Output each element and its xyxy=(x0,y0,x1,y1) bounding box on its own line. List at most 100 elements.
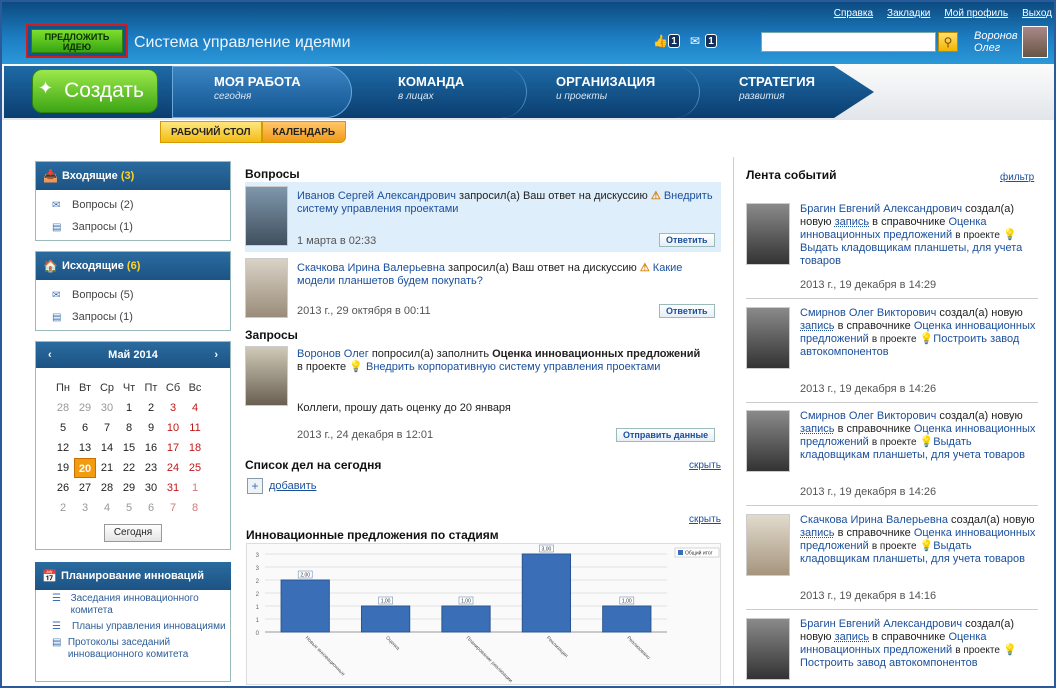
bar[interactable] xyxy=(521,553,572,633)
calendar-day[interactable]: 31 xyxy=(162,478,184,498)
search-button[interactable]: ⚲ xyxy=(938,32,958,52)
chevron-left-icon[interactable]: ‹ xyxy=(48,349,52,361)
author-link[interactable]: Брагин Евгений Александрович xyxy=(800,203,962,215)
reference-link[interactable]: Оценка инновационных предложений xyxy=(800,423,1035,448)
calendar-day[interactable]: 25 xyxy=(184,458,206,478)
calendar-day[interactable]: 12 xyxy=(52,438,74,458)
calendar-day[interactable]: 30 xyxy=(140,478,162,498)
calendar-day[interactable]: 6 xyxy=(140,498,162,518)
todo-add[interactable]: + добавить xyxy=(247,478,316,494)
today-button[interactable]: Сегодня xyxy=(104,524,162,542)
author-photo[interactable] xyxy=(245,258,288,318)
nav-my-work[interactable]: МОЯ РАБОТА сегодня xyxy=(214,74,301,102)
user-avatar[interactable] xyxy=(1022,26,1048,58)
calendar-day[interactable]: 4 xyxy=(96,498,118,518)
calendar-day[interactable]: 13 xyxy=(74,438,96,458)
author-link[interactable]: Смирнов Олег Викторович xyxy=(800,307,936,319)
propose-idea-button[interactable]: ПРЕДЛОЖИТЬ ИДЕЮ xyxy=(31,29,123,53)
calendar-day[interactable]: 23 xyxy=(140,458,162,478)
calendar-day[interactable]: 18 xyxy=(184,438,206,458)
calendar-day[interactable]: 24 xyxy=(162,458,184,478)
calendar-day[interactable]: 8 xyxy=(184,498,206,518)
messages-counter[interactable]: ✉ 1 xyxy=(690,34,717,48)
calendar-day[interactable]: 30 xyxy=(96,398,118,418)
tab-calendar[interactable]: КАЛЕНДАРЬ xyxy=(261,121,347,143)
calendar-day-today[interactable]: 20 xyxy=(74,458,96,478)
record-link[interactable]: запись xyxy=(800,320,835,332)
reference-link[interactable]: Оценка инновационных предложений xyxy=(800,527,1035,552)
calendar-day[interactable]: 19 xyxy=(52,458,74,478)
planning-item-meetings[interactable]: ☰ Заседания инновационного комитета xyxy=(36,589,230,617)
bar[interactable] xyxy=(441,605,491,633)
user-name[interactable]: Воронов Олег xyxy=(974,30,1018,54)
author-photo[interactable] xyxy=(245,186,288,246)
record-link[interactable]: запись xyxy=(800,527,835,539)
calendar-day[interactable]: 4 xyxy=(184,398,206,418)
planning-item-protocols[interactable]: ▤ Протоколы заседаний инновационного коми… xyxy=(36,633,230,661)
calendar-day[interactable]: 7 xyxy=(162,498,184,518)
author-link[interactable]: Брагин Евгений Александрович xyxy=(800,618,962,630)
nav-organization[interactable]: ОРГАНИЗАЦИЯ и проекты xyxy=(556,74,655,102)
project-link[interactable]: Внедрить корпоративную систему управлени… xyxy=(366,361,660,373)
project-link[interactable]: Выдать кладовщикам планшеты, для учета т… xyxy=(800,242,1022,267)
bar[interactable] xyxy=(280,579,330,633)
calendar-day[interactable]: 3 xyxy=(162,398,184,418)
inbox-requests[interactable]: ▤ Запросы (1) xyxy=(36,216,230,238)
nav-strategy[interactable]: СТРАТЕГИЯ развития xyxy=(739,74,815,102)
calendar-day[interactable]: 17 xyxy=(162,438,184,458)
author-photo[interactable] xyxy=(746,203,790,265)
send-data-button[interactable]: Отправить данные xyxy=(616,428,716,442)
outbox-requests[interactable]: ▤ Запросы (1) xyxy=(36,306,230,328)
planning-header[interactable]: 📅 Планирование инноваций xyxy=(35,562,231,590)
outbox-questions[interactable]: ✉ Вопросы (5) xyxy=(36,284,230,306)
project-link[interactable]: Построить завод автокомпонентов xyxy=(800,657,978,669)
calendar-day[interactable]: 5 xyxy=(52,418,74,438)
calendar-day[interactable]: 27 xyxy=(74,478,96,498)
bar[interactable] xyxy=(360,605,411,633)
calendar-day[interactable]: 9 xyxy=(140,418,162,438)
nav-team[interactable]: КОМАНДА в лицах xyxy=(398,74,464,102)
author-photo[interactable] xyxy=(746,410,790,472)
todo-hide-link[interactable]: скрыть xyxy=(689,460,721,471)
calendar-day[interactable]: 21 xyxy=(96,458,118,478)
author-link[interactable]: Воронов Олег xyxy=(297,348,369,360)
calendar-day[interactable]: 22 xyxy=(118,458,140,478)
calendar-day[interactable]: 8 xyxy=(118,418,140,438)
profile-link[interactable]: Мой профиль xyxy=(944,8,1008,19)
logout-link[interactable]: Выход xyxy=(1022,8,1052,19)
answer-button[interactable]: Ответить xyxy=(659,233,715,247)
bar[interactable] xyxy=(602,605,652,633)
author-photo[interactable] xyxy=(746,514,790,576)
author-photo[interactable] xyxy=(245,346,288,406)
calendar-day[interactable]: 16 xyxy=(140,438,162,458)
record-link[interactable]: запись xyxy=(835,631,870,643)
author-photo[interactable] xyxy=(746,618,790,680)
calendar-day[interactable]: 3 xyxy=(74,498,96,518)
author-photo[interactable] xyxy=(746,307,790,369)
calendar-day[interactable]: 5 xyxy=(118,498,140,518)
chevron-right-icon[interactable]: › xyxy=(214,349,218,361)
calendar-day[interactable]: 2 xyxy=(140,398,162,418)
search-input[interactable] xyxy=(761,32,936,52)
calendar-day[interactable]: 7 xyxy=(96,418,118,438)
feed-filter-link[interactable]: фильтр xyxy=(1000,172,1034,183)
calendar-day[interactable]: 28 xyxy=(52,398,74,418)
planning-item-plans[interactable]: ☰ Планы управления инновациями xyxy=(36,617,230,633)
inbox-header[interactable]: 📥 Входящие (3) xyxy=(36,162,230,190)
likes-counter[interactable]: 👍 1 xyxy=(653,34,680,48)
calendar-day[interactable]: 29 xyxy=(74,398,96,418)
answer-button[interactable]: Ответить xyxy=(659,304,715,318)
author-link[interactable]: Скачкова Ирина Валерьевна xyxy=(297,262,445,274)
calendar-day[interactable]: 6 xyxy=(74,418,96,438)
todo-add-link[interactable]: добавить xyxy=(269,480,316,492)
inbox-questions[interactable]: ✉ Вопросы (2) xyxy=(36,194,230,216)
author-link[interactable]: Смирнов Олег Викторович xyxy=(800,410,936,422)
tab-desktop[interactable]: РАБОЧИЙ СТОЛ xyxy=(160,121,262,143)
calendar-day[interactable]: 14 xyxy=(96,438,118,458)
calendar-day[interactable]: 1 xyxy=(184,478,206,498)
help-link[interactable]: Справка xyxy=(834,8,873,19)
chart-hide-link[interactable]: скрыть xyxy=(689,514,721,525)
calendar-day[interactable]: 15 xyxy=(118,438,140,458)
calendar-day[interactable]: 28 xyxy=(96,478,118,498)
outbox-header[interactable]: 🏠 Исходящие (6) xyxy=(36,252,230,280)
